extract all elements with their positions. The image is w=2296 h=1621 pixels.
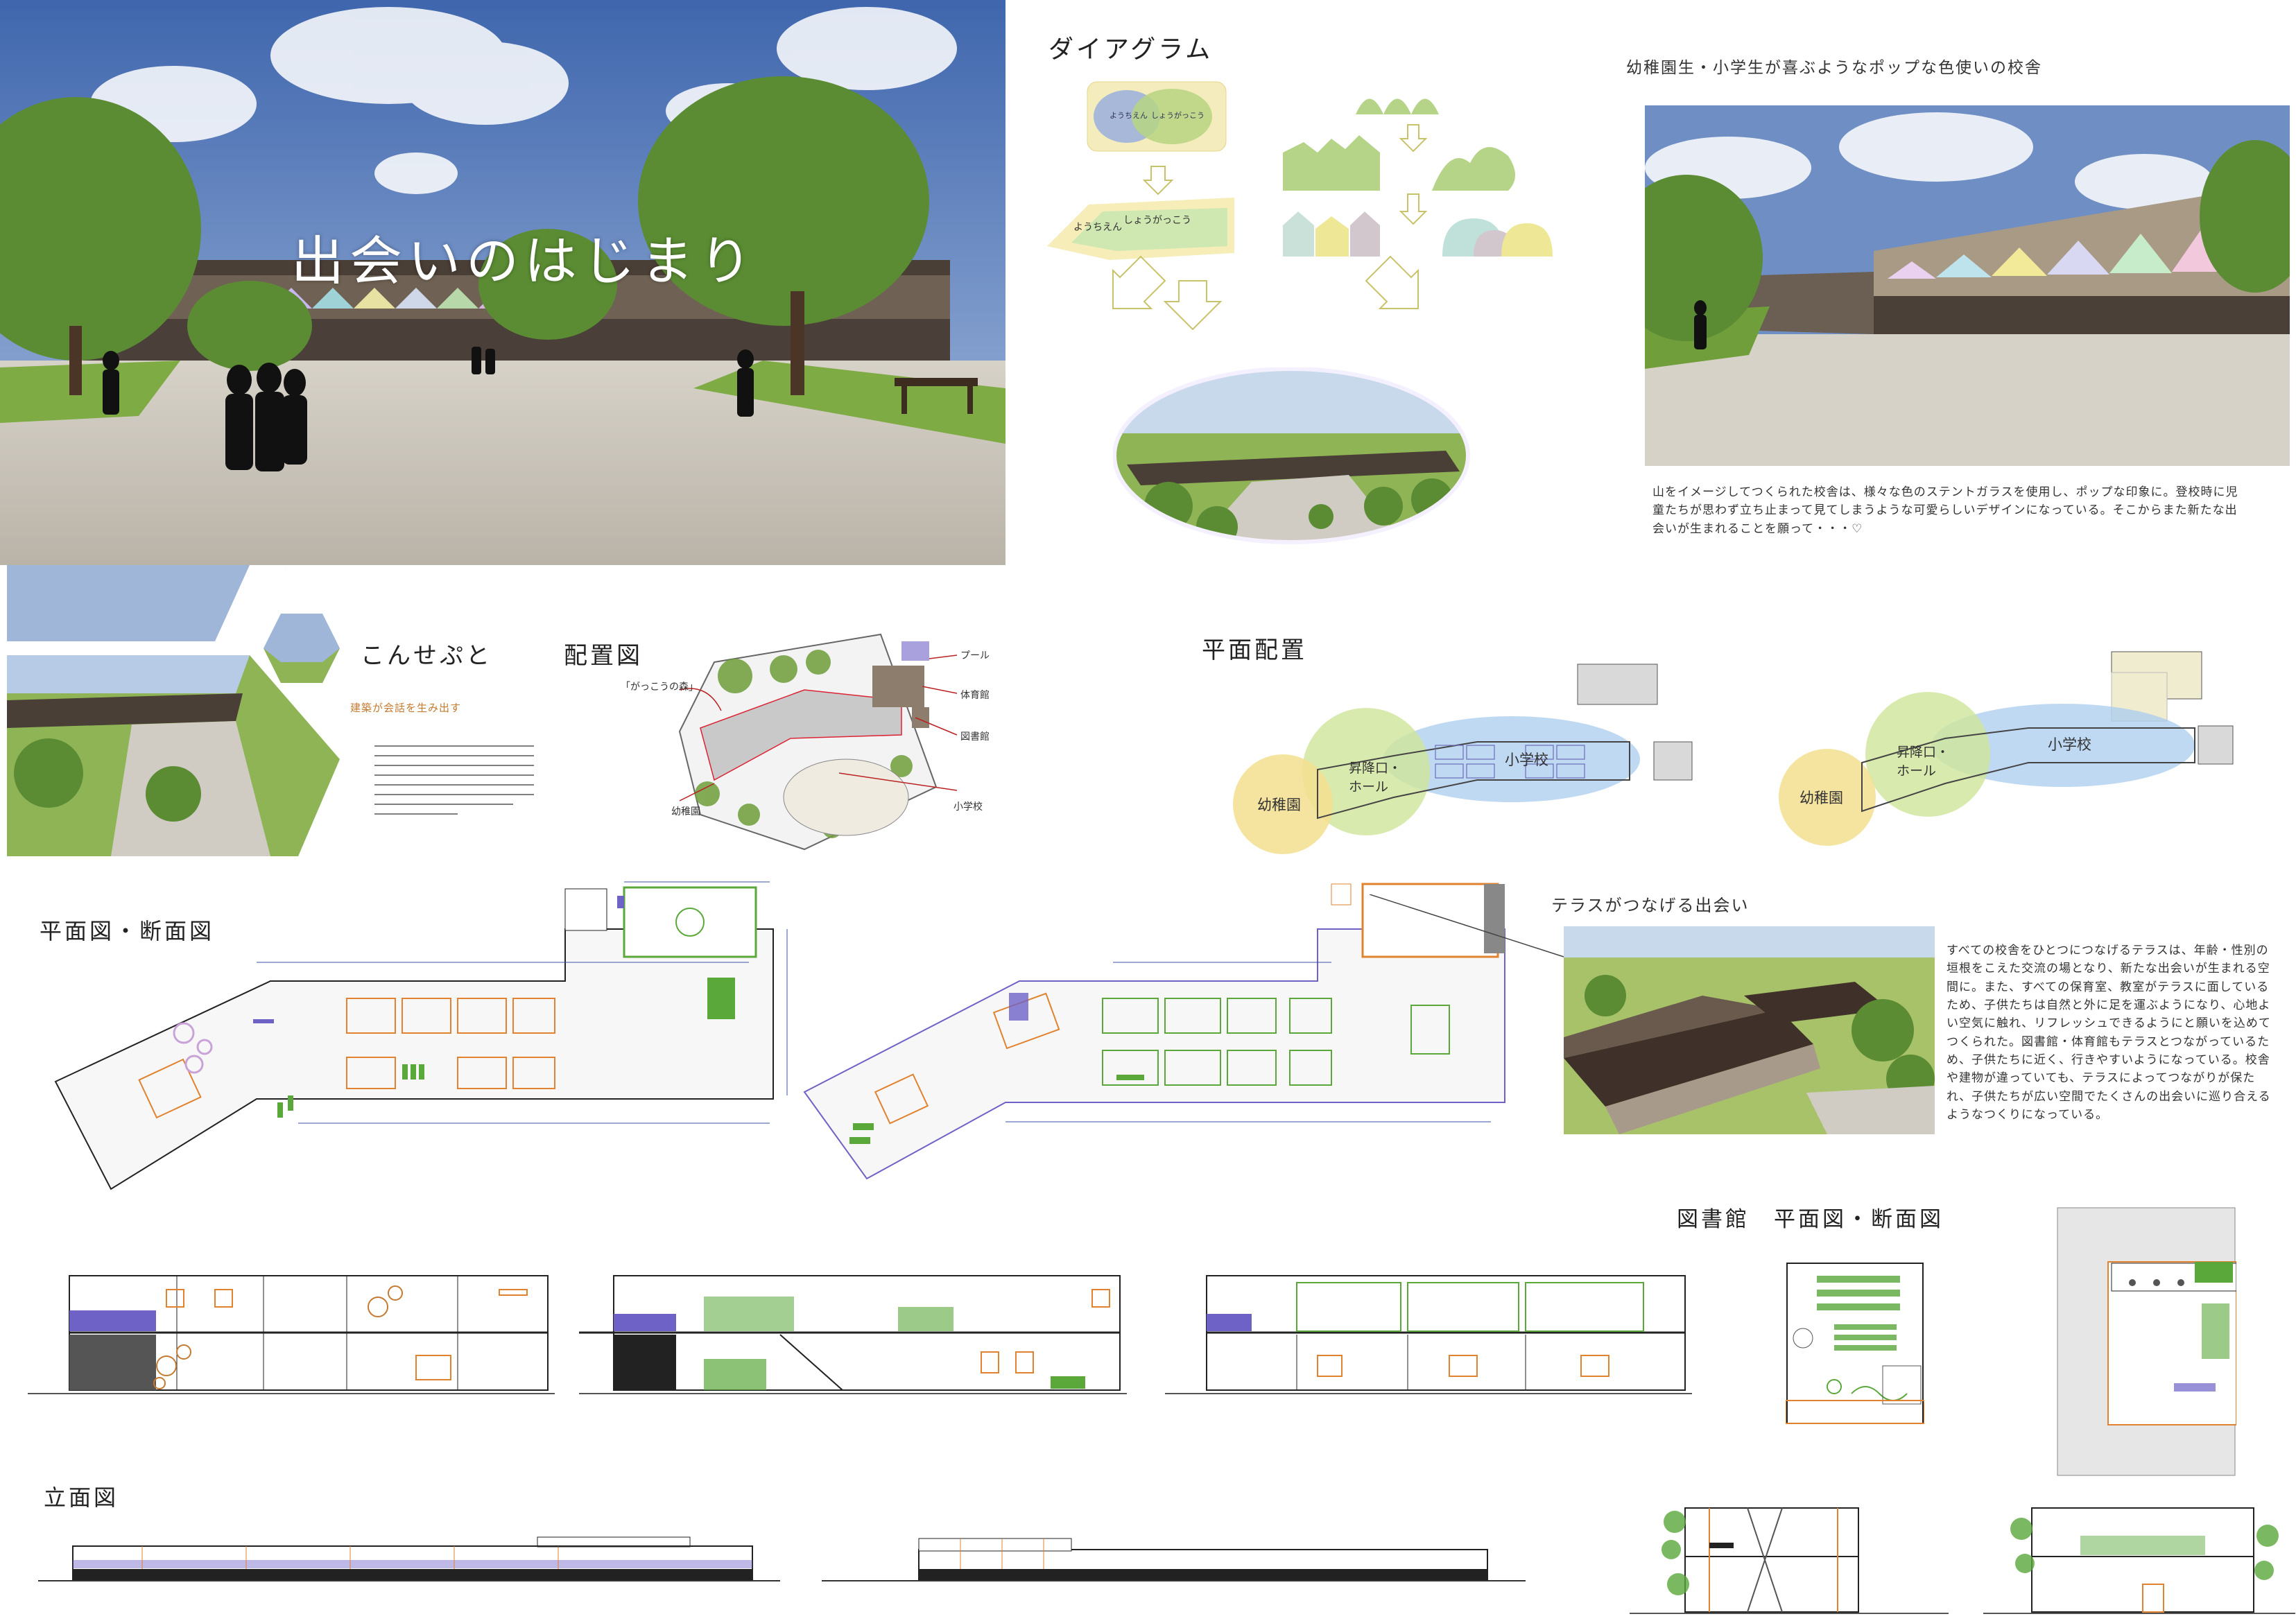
aerial-oval-render	[1113, 367, 1470, 544]
section-drawing-1	[28, 1269, 555, 1404]
section-drawing-3	[1165, 1269, 1692, 1404]
zone-entrance-1: 昇降口・ホール	[1349, 761, 1402, 795]
diagram-heading: ダイアグラム	[1048, 35, 1214, 64]
concept-hex-images	[7, 565, 347, 856]
site-label-elementary: 小学校	[953, 801, 983, 813]
terrace-render	[1564, 926, 1935, 1134]
render-panel-heading: 幼稚園生・小学生が喜ぶようなポップな色使いの校舎	[1626, 59, 2042, 77]
library-plan-2	[2056, 1206, 2236, 1477]
floor-plan-1f	[49, 874, 797, 1206]
zone-kindergarten-1: 幼稚園	[1257, 797, 1301, 813]
hero-title: 出会いのはじまり	[291, 230, 757, 292]
site-label-gym: 体育館	[960, 690, 990, 701]
venn-right-label: しょうがっこう	[1151, 110, 1205, 120]
terrace-heading: テラスがつなげる出会い	[1551, 896, 1750, 915]
site-label-pool: プール	[960, 650, 990, 661]
elevation-drawing-1	[38, 1536, 780, 1584]
zone-elementary-2: 小学校	[2048, 736, 2091, 753]
site-label-forest: 「がっこうの森」	[621, 682, 698, 693]
zone-elementary-1: 小学校	[1505, 752, 1548, 768]
library-section-2	[1983, 1494, 2295, 1619]
library-section-1	[1630, 1494, 1949, 1619]
elevation-heading: 立面図	[44, 1484, 119, 1511]
section-drawing-2	[579, 1269, 1127, 1404]
zone-kindergarten-2: 幼稚園	[1799, 790, 1843, 806]
venn-left-label: ようちえん	[1110, 111, 1148, 120]
concept-diagram: ようちえん しょうがっこう ようちえん しょうがっこう	[1040, 69, 1581, 333]
site-label-library: 図書館	[960, 731, 990, 743]
site-label-kindergarten: 幼稚園	[671, 806, 700, 817]
merge-left-label: ようちえん	[1073, 222, 1122, 233]
merge-right-label: しょうがっこう	[1123, 215, 1191, 226]
elevation-drawing-2	[822, 1536, 1526, 1584]
zone-entrance-2: 昇降口・ホール	[1897, 745, 1950, 779]
site-plan-drawing: 「がっこうの森」 プール 体育館 図書館 小学校 幼稚園	[610, 621, 1040, 856]
concept-heading: こんせぷと	[361, 642, 492, 670]
zoning-diagram-2f: 幼稚園 昇降口・ホール 小学校	[1772, 648, 2243, 860]
library-plan	[1786, 1262, 1924, 1425]
terrace-body: すべての校舎をひとつにつなげるテラスは、年齢・性別の垣根をこえた交流の場となり、…	[1947, 944, 2271, 1122]
concept-text-block	[374, 740, 541, 824]
zoning-diagram-1f: 幼稚園 昇降口・ホール 小学校	[1227, 659, 1699, 860]
school-facade-render	[1645, 105, 2290, 466]
concept-subheading: 建築が会話を生み出す	[350, 702, 462, 714]
hero-render: 出会いのはじまり	[0, 0, 1005, 565]
terrace-leader-line	[1370, 894, 1564, 957]
library-heading: 図書館 平面図・断面図	[1677, 1207, 1944, 1232]
render-panel-body: 山をイメージしてつくられた校舎は、様々な色のステントガラスを使用し、ポップな印象…	[1652, 485, 2238, 536]
